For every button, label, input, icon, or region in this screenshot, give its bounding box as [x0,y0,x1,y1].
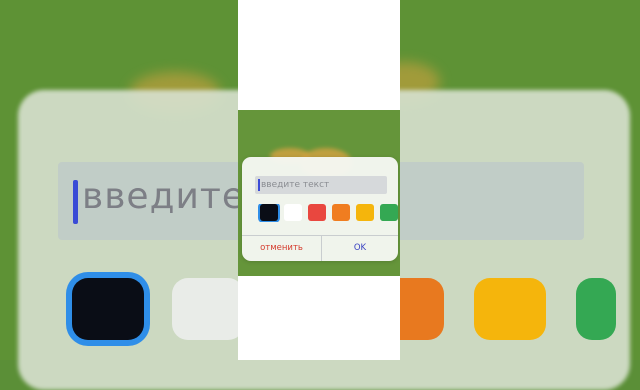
text-input-field[interactable]: введите текст [255,176,387,194]
color-swatch-black[interactable] [260,204,278,221]
color-swatch-white[interactable] [284,204,302,221]
text-caret [258,179,260,191]
text-input-dialog: введите текст отменить OK [242,157,398,261]
input-placeholder: введите текст [261,180,330,190]
color-palette [258,204,398,222]
ok-button[interactable]: OK [322,236,398,261]
color-swatch-yellow[interactable] [356,204,374,221]
background-swatch-black [72,278,144,340]
color-swatch-green[interactable] [380,204,398,221]
color-swatch-red[interactable] [308,204,326,221]
background-swatch-green [576,278,616,340]
background-swatch-yellow [474,278,546,340]
cancel-button[interactable]: отменить [242,236,321,261]
color-swatch-orange[interactable] [332,204,350,221]
background-swatch-white [172,278,244,340]
background-caret [73,180,78,224]
phone-screen: введите текст отменить OK [238,0,400,360]
